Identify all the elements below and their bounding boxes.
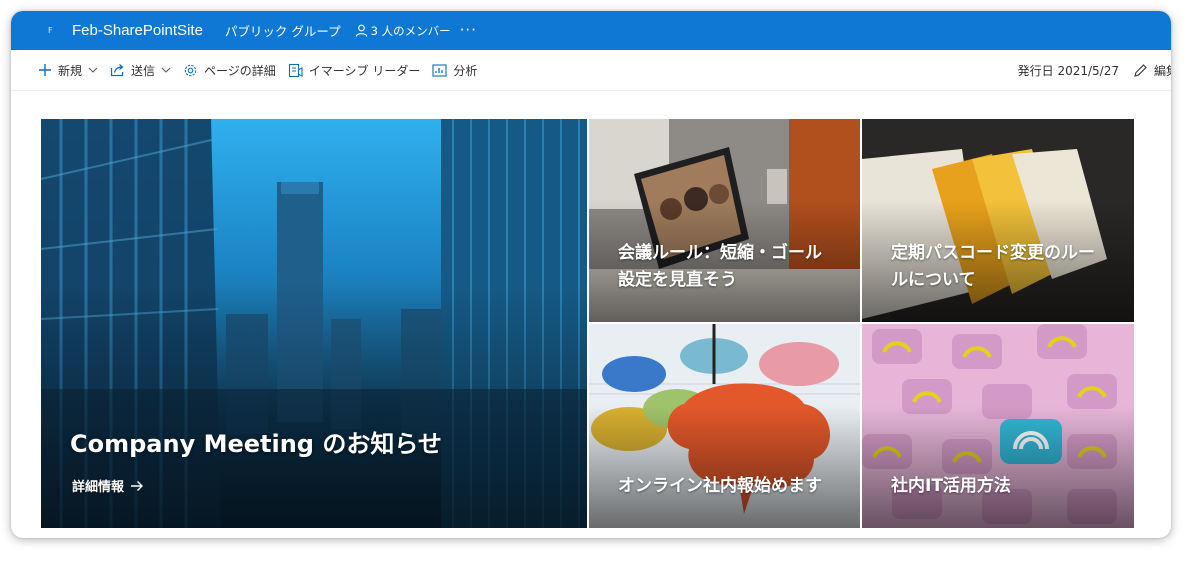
command-bar-right: 発行日 2021/5/27 編集	[1018, 50, 1171, 90]
page-details-label: ページの詳細	[204, 63, 276, 78]
command-bar: 新規 送信 ページの詳細 イマーシブ リーダー 分析 発行日 2021/5/27…	[11, 50, 1171, 91]
immersive-reader-label: イマーシブ リーダー	[308, 63, 421, 78]
news-tile-it-usage[interactable]: 社内IT活用方法	[862, 324, 1134, 528]
hero-title[interactable]: Company Meeting のお知らせ	[70, 424, 442, 459]
analytics-button[interactable]: 分析	[432, 62, 477, 79]
site-logo[interactable]: F	[48, 26, 58, 35]
tile-shade	[862, 405, 1134, 528]
hero-more-link[interactable]: 詳細情報	[72, 476, 144, 495]
tile-title[interactable]: 社内IT活用方法	[891, 473, 1108, 500]
news-tile-passcode[interactable]: 定期パスコード変更のルールについて	[862, 119, 1134, 322]
tile-title[interactable]: 定期パスコード変更のルールについて	[891, 240, 1108, 294]
send-button[interactable]: 送信	[110, 62, 171, 79]
chevron-down-icon	[88, 67, 98, 73]
gear-icon	[184, 64, 197, 76]
hero-more-label: 詳細情報	[72, 480, 125, 495]
sharepoint-window: F Feb-SharePointSite パブリック グループ 3 人のメンバー…	[11, 11, 1171, 538]
site-header: F Feb-SharePointSite パブリック グループ 3 人のメンバー…	[11, 11, 1171, 50]
edit-button[interactable]: 編集	[1133, 62, 1171, 79]
arrow-right-icon	[131, 480, 144, 491]
hero-news-tile[interactable]: Company Meeting のお知らせ 詳細情報	[41, 119, 587, 528]
pencil-icon	[1134, 63, 1147, 77]
members-button[interactable]: 3 人のメンバー	[355, 23, 451, 39]
page-details-button[interactable]: ページの詳細	[183, 62, 276, 79]
site-type-label: パブリック グループ	[224, 24, 341, 39]
immersive-reader-icon	[288, 63, 303, 77]
edit-label: 編集	[1154, 63, 1171, 78]
news-tile-meeting-rules[interactable]: 会議ルール：短縮・ゴール設定を見直そう	[589, 119, 860, 322]
plus-icon	[39, 64, 51, 76]
tile-title[interactable]: オンライン社内報始めます	[618, 473, 834, 500]
chevron-down-icon	[161, 67, 171, 73]
site-name[interactable]: Feb-SharePointSite	[72, 22, 203, 39]
members-label: 3 人のメンバー	[370, 23, 451, 38]
analytics-icon	[432, 63, 447, 77]
news-tile-online-newsletter[interactable]: オンライン社内報始めます	[589, 324, 860, 528]
published-date: 発行日 2021/5/27	[1017, 63, 1119, 78]
more-icon[interactable]: ···	[460, 23, 477, 38]
new-label: 新規	[58, 63, 83, 78]
tile-title[interactable]: 会議ルール：短縮・ゴール設定を見直そう	[618, 240, 834, 294]
new-button[interactable]: 新規	[38, 62, 98, 79]
tile-shade	[589, 405, 860, 528]
immersive-reader-button[interactable]: イマーシブ リーダー	[288, 62, 421, 79]
analytics-label: 分析	[453, 63, 478, 78]
send-label: 送信	[131, 63, 156, 78]
person-icon	[355, 24, 367, 37]
share-icon	[110, 64, 124, 77]
